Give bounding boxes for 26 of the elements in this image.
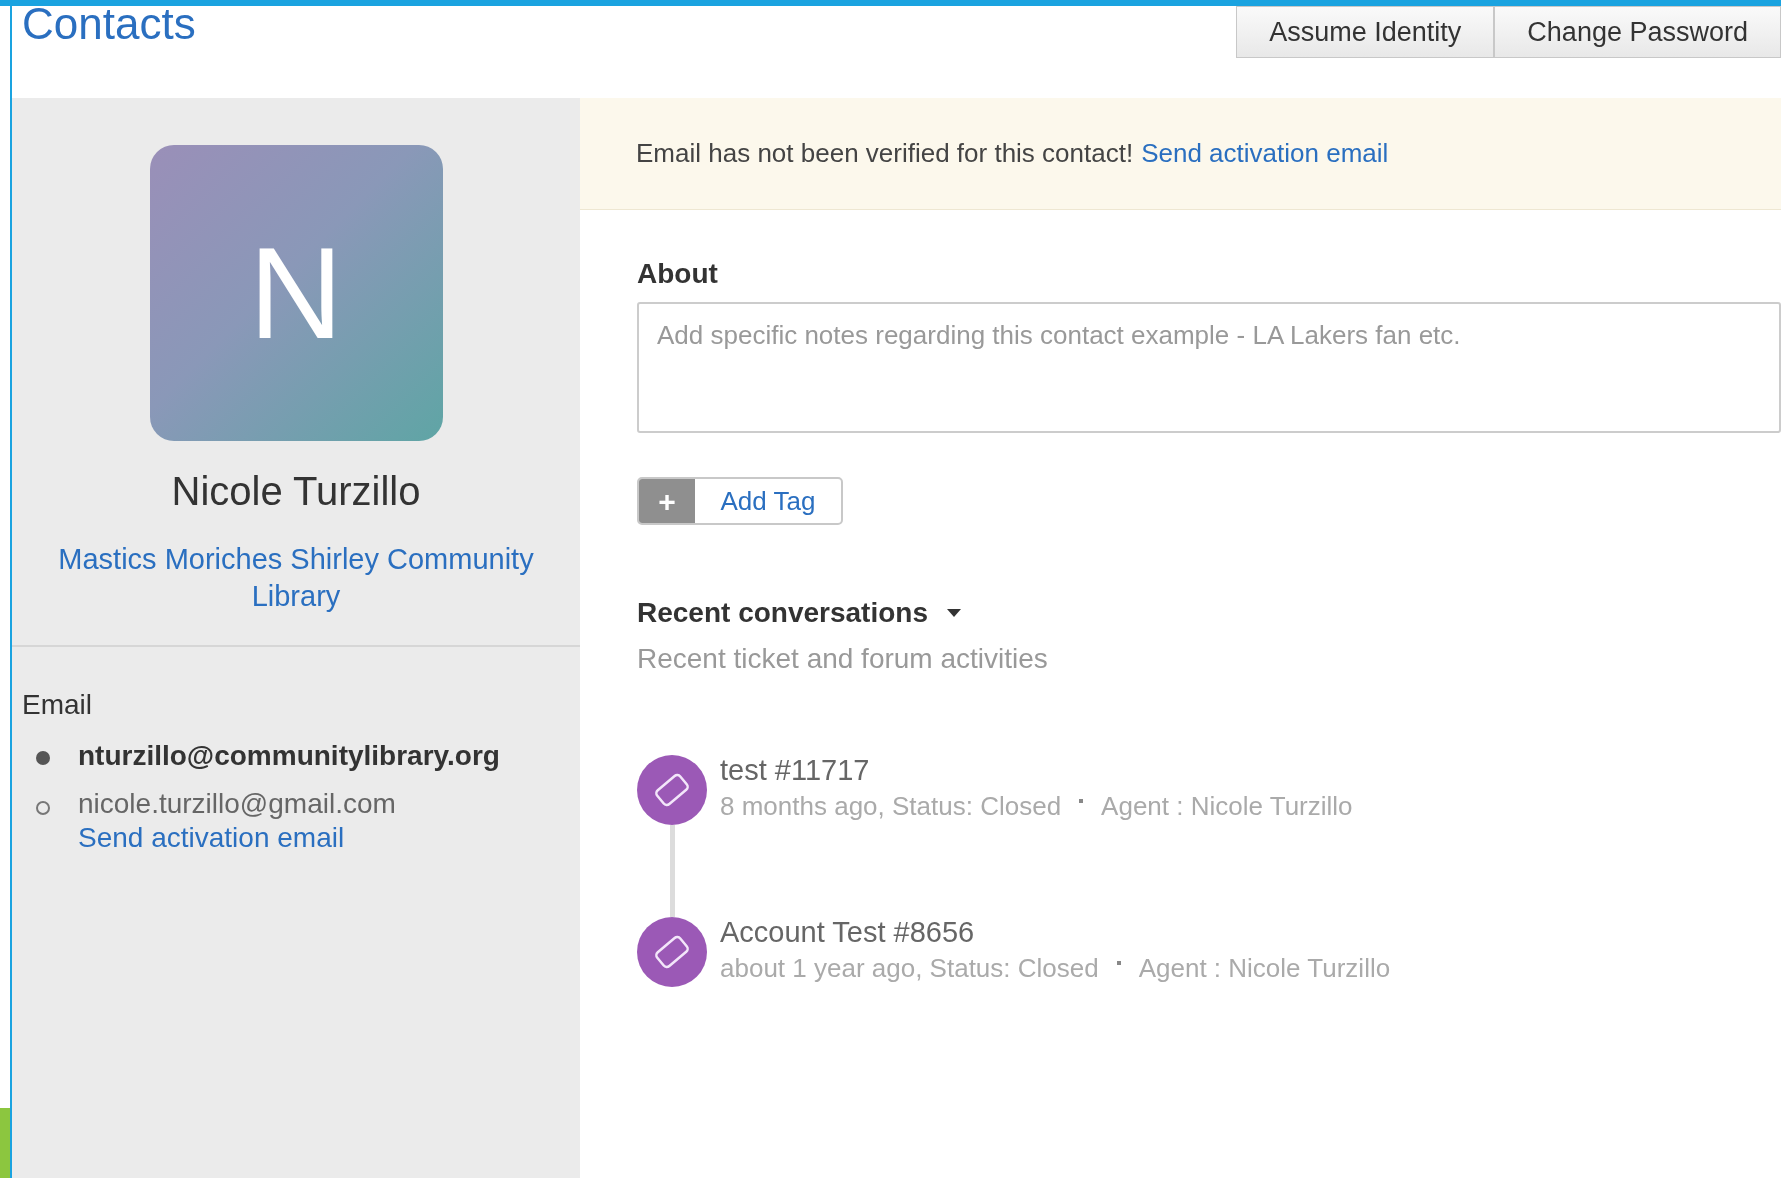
banner-message: Email has not been verified for this contact!	[636, 137, 1134, 170]
ticket-icon	[637, 755, 707, 825]
header-button[interactable]: Change Password	[1494, 6, 1781, 58]
email-label: Email	[22, 688, 93, 722]
send-activation-link[interactable]: Send activation email	[1141, 134, 1389, 173]
send-activation-link[interactable]: Send activation email	[78, 821, 518, 855]
conversation-agent: Agent : Nicole Turzillo	[1101, 790, 1353, 823]
conversation-agent: Agent : Nicole Turzillo	[1138, 952, 1391, 985]
email-address: nicole.turzillo@gmail.com	[78, 787, 397, 821]
dropdown-caret-icon[interactable]	[946, 608, 962, 618]
company-link[interactable]: Mastics Moriches Shirley Community Library	[16, 541, 576, 615]
section-heading: Recent conversations	[637, 596, 928, 630]
conversation-title[interactable]: test #11717	[720, 751, 1353, 789]
contact-name: Nicole Turzillo	[171, 468, 421, 515]
section-heading: About	[637, 257, 719, 291]
ticket-icon	[637, 917, 707, 987]
page-title: Contacts	[22, 2, 196, 46]
avatar: N	[149, 145, 443, 441]
conversation-title[interactable]: Account Test #8656	[720, 913, 1391, 951]
notes-field[interactable]: Add specific notes regarding this contact example - LA Lakers fan etc.	[637, 302, 1781, 433]
email-address: nturzillo@communitylibrary.org	[78, 739, 501, 773]
conversation-meta: 8 months ago, Status: Closed	[720, 790, 1062, 823]
section-subtitle: Recent ticket and forum activities	[637, 642, 1049, 676]
header-button[interactable]: Assume Identity	[1236, 6, 1495, 58]
add-tag-button[interactable]: + Add Tag	[637, 477, 843, 525]
conversation-meta: about 1 year ago, Status: Closed	[720, 952, 1099, 985]
